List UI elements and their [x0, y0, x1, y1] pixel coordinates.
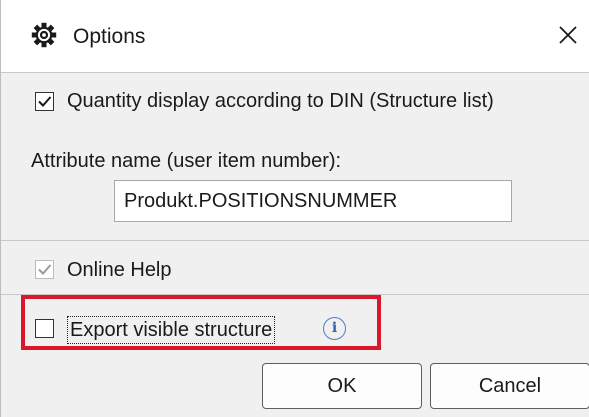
title-bar: Options — [1, 0, 589, 72]
gear-icon — [31, 22, 57, 48]
quantity-din-checkbox[interactable] — [35, 92, 54, 111]
online-help-checkbox[interactable] — [35, 260, 54, 279]
ok-button[interactable]: OK — [262, 363, 422, 409]
checkmark-icon — [38, 264, 52, 275]
quantity-din-label[interactable]: Quantity display according to DIN (Struc… — [67, 89, 494, 113]
close-icon — [559, 26, 577, 44]
cancel-button[interactable]: Cancel — [430, 363, 589, 409]
online-help-label[interactable]: Online Help — [67, 258, 172, 282]
close-button[interactable] — [549, 14, 587, 54]
attribute-name-label: Attribute name (user item number): — [31, 150, 342, 172]
dialog-title: Options — [73, 25, 146, 48]
checkmark-icon — [38, 96, 52, 107]
attribute-name-field[interactable]: Produkt.POSITIONSNUMMER — [114, 180, 512, 222]
highlight-annotation — [21, 295, 381, 350]
options-dialog: Options Quantity display according to DI… — [0, 0, 589, 417]
